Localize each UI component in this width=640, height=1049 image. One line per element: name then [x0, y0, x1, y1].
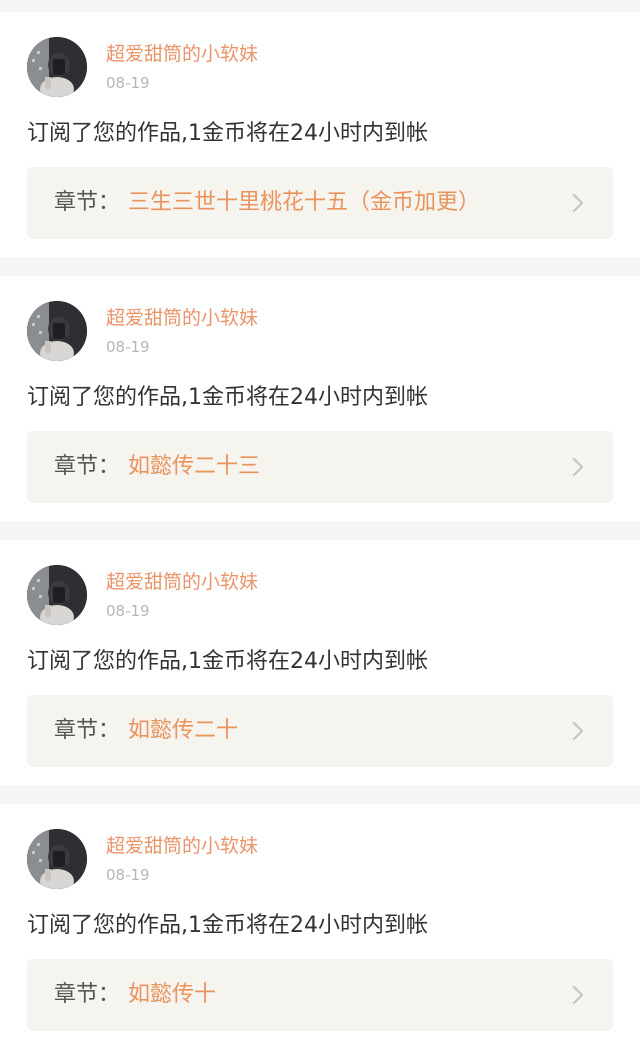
chapter-prefix: 章节： — [54, 982, 121, 1007]
post-date: 08-19 — [106, 74, 150, 92]
chevron-right-icon — [572, 457, 584, 477]
chevron-right-icon — [572, 193, 584, 213]
chapter-title: 如懿传二十三 — [128, 454, 261, 479]
notification-message: 订阅了您的作品,1金币将在24小时内到帐 — [27, 913, 428, 938]
user-name[interactable]: 超爱甜筒的小软妹 — [106, 306, 258, 330]
avatar-photo-icon — [27, 301, 87, 361]
post-date: 08-19 — [106, 866, 150, 884]
user-avatar[interactable] — [27, 301, 87, 361]
avatar-photo-icon — [27, 829, 87, 889]
notification-message: 订阅了您的作品,1金币将在24小时内到帐 — [27, 649, 428, 674]
notification-message: 订阅了您的作品,1金币将在24小时内到帐 — [27, 385, 428, 410]
notification-card: 超爱甜筒的小软妹 08-19 订阅了您的作品,1金币将在24小时内到帐 章节： … — [0, 540, 640, 785]
notification-card: 超爱甜筒的小软妹 08-19 订阅了您的作品,1金币将在24小时内到帐 章节： … — [0, 12, 640, 257]
chapter-link[interactable]: 章节： 如懿传十 — [27, 959, 613, 1031]
chapter-link[interactable]: 章节： 三生三世十里桃花十五（金币加更） — [27, 167, 613, 239]
notification-message: 订阅了您的作品,1金币将在24小时内到帐 — [27, 121, 428, 146]
user-avatar[interactable] — [27, 565, 87, 625]
chevron-right-icon — [572, 985, 584, 1005]
chapter-prefix: 章节： — [54, 718, 121, 743]
avatar-photo-icon — [27, 565, 87, 625]
user-avatar[interactable] — [27, 829, 87, 889]
user-name[interactable]: 超爱甜筒的小软妹 — [106, 570, 258, 594]
post-date: 08-19 — [106, 338, 150, 356]
user-name[interactable]: 超爱甜筒的小软妹 — [106, 834, 258, 858]
notification-card: 超爱甜筒的小软妹 08-19 订阅了您的作品,1金币将在24小时内到帐 章节： … — [0, 276, 640, 521]
user-name[interactable]: 超爱甜筒的小软妹 — [106, 42, 258, 66]
chapter-prefix: 章节： — [54, 190, 121, 215]
chevron-right-icon — [572, 721, 584, 741]
user-avatar[interactable] — [27, 37, 87, 97]
avatar-photo-icon — [27, 37, 87, 97]
notification-card: 超爱甜筒的小软妹 08-19 订阅了您的作品,1金币将在24小时内到帐 章节： … — [0, 804, 640, 1049]
chapter-prefix: 章节： — [54, 454, 121, 479]
chapter-title: 如懿传二十 — [128, 718, 239, 743]
post-date: 08-19 — [106, 602, 150, 620]
chapter-title: 如懿传十 — [128, 982, 217, 1007]
chapter-link[interactable]: 章节： 如懿传二十三 — [27, 431, 613, 503]
chapter-title: 三生三世十里桃花十五（金币加更） — [128, 190, 481, 215]
notification-feed: 超爱甜筒的小软妹 08-19 订阅了您的作品,1金币将在24小时内到帐 章节： … — [0, 0, 640, 1049]
chapter-link[interactable]: 章节： 如懿传二十 — [27, 695, 613, 767]
